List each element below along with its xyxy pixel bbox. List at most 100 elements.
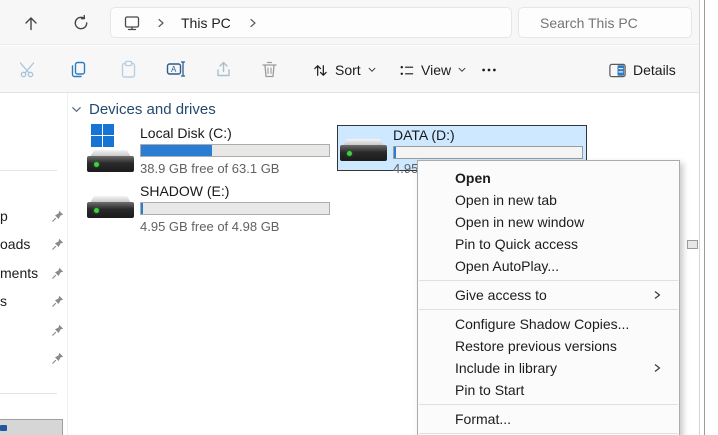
drive-name: SHADOW (E:) bbox=[140, 183, 229, 199]
sidebar-item-label: ments bbox=[0, 265, 38, 281]
up-arrow-icon bbox=[22, 14, 40, 32]
sidebar-divider bbox=[0, 393, 57, 394]
drive-size-text: 38.9 GB free of 63.1 GB bbox=[140, 161, 279, 176]
menu-separator bbox=[419, 280, 678, 281]
rename-icon: A bbox=[166, 59, 186, 79]
drive-name: Local Disk (C:) bbox=[140, 125, 232, 141]
copy-icon bbox=[69, 60, 88, 79]
details-label: Details bbox=[633, 62, 676, 78]
collapse-chevron-icon[interactable] bbox=[70, 103, 83, 116]
this-pc-icon-button[interactable] bbox=[111, 8, 141, 37]
cut-button[interactable] bbox=[11, 52, 45, 86]
capacity-bar-fill bbox=[141, 203, 143, 214]
menu-item-pin-to-quick-access[interactable]: Pin to Quick access bbox=[418, 233, 679, 255]
monitor-icon bbox=[123, 14, 141, 32]
drive-name: DATA (D:) bbox=[393, 127, 455, 143]
monitor-icon bbox=[0, 425, 7, 431]
sidebar-item-pinned-1[interactable]: p bbox=[0, 204, 66, 228]
rename-button[interactable]: A bbox=[159, 52, 193, 86]
chevron-down-icon bbox=[367, 65, 377, 75]
pin-icon bbox=[52, 238, 64, 250]
menu-item-give-access-to[interactable]: Give access to bbox=[418, 284, 679, 306]
share-button[interactable] bbox=[206, 52, 240, 86]
delete-button[interactable] bbox=[252, 52, 286, 86]
sidebar-item-pinned-3[interactable]: ments bbox=[0, 261, 66, 285]
menu-item-restore-previous-versions[interactable]: Restore previous versions bbox=[418, 335, 679, 357]
breadcrumb-chevron[interactable] bbox=[235, 8, 259, 37]
pin-icon bbox=[52, 324, 64, 336]
view-icon bbox=[398, 62, 415, 79]
capacity-bar-fill bbox=[394, 147, 396, 158]
breadcrumb-bar[interactable]: This PC bbox=[110, 7, 512, 38]
context-menu: Open Open in new tab Open in new window … bbox=[417, 160, 680, 435]
drive-icon bbox=[87, 124, 135, 172]
sort-button[interactable]: Sort bbox=[306, 54, 383, 86]
sidebar-item-label: s bbox=[0, 293, 7, 309]
vertical-scrollbar-thumb[interactable] bbox=[687, 240, 698, 249]
chevron-down-icon bbox=[457, 65, 467, 75]
menu-item-open-in-new-window[interactable]: Open in new window bbox=[418, 211, 679, 233]
sidebar-item-label: p bbox=[0, 208, 8, 224]
window-border bbox=[704, 0, 705, 435]
search-input[interactable] bbox=[519, 15, 700, 31]
breadcrumb-item-this-pc[interactable]: This PC bbox=[167, 8, 235, 37]
menu-item-configure-shadow-copies[interactable]: Configure Shadow Copies... bbox=[418, 313, 679, 335]
capacity-bar bbox=[140, 202, 330, 215]
details-pane-icon bbox=[608, 61, 627, 80]
command-bar: A Sort View bbox=[0, 46, 700, 93]
menu-item-open-in-new-tab[interactable]: Open in new tab bbox=[418, 189, 679, 211]
menu-item-open[interactable]: Open bbox=[418, 167, 679, 189]
ellipsis-icon bbox=[480, 61, 498, 79]
search-box[interactable] bbox=[518, 7, 692, 38]
view-label: View bbox=[421, 62, 451, 78]
sort-label: Sort bbox=[335, 62, 361, 78]
sidebar-item-label: oads bbox=[0, 236, 30, 252]
drive-tile-local-disk-c[interactable]: Local Disk (C:) 38.9 GB free of 63.1 GB bbox=[84, 123, 334, 171]
sidebar-item-pinned-2[interactable]: oads bbox=[0, 232, 66, 256]
pin-icon bbox=[52, 210, 64, 222]
chevron-right-icon bbox=[155, 17, 167, 29]
menu-separator bbox=[419, 404, 678, 405]
sidebar-item-pinned-5[interactable] bbox=[0, 318, 66, 342]
up-button[interactable] bbox=[16, 8, 46, 38]
chevron-right-icon bbox=[247, 17, 259, 29]
group-header: Devices and drives bbox=[70, 101, 216, 118]
share-icon bbox=[214, 60, 233, 79]
menu-separator bbox=[419, 433, 678, 434]
refresh-icon bbox=[72, 14, 90, 32]
drive-icon bbox=[87, 182, 135, 230]
breadcrumb-chevron[interactable] bbox=[141, 8, 167, 37]
menu-item-format[interactable]: Format... bbox=[418, 408, 679, 430]
pin-icon bbox=[52, 295, 64, 307]
sidebar-item-pinned-4[interactable]: s bbox=[0, 289, 66, 313]
refresh-button[interactable] bbox=[66, 8, 96, 38]
menu-item-include-in-library[interactable]: Include in library bbox=[418, 357, 679, 379]
paste-clipboard-icon bbox=[119, 60, 138, 79]
svg-text:A: A bbox=[171, 65, 177, 74]
sidebar-item-pinned-6[interactable] bbox=[0, 346, 66, 370]
navigation-pane: p oads ments s bbox=[0, 93, 68, 435]
pin-icon bbox=[52, 267, 64, 279]
menu-item-open-autoplay[interactable]: Open AutoPlay... bbox=[418, 255, 679, 277]
view-button[interactable]: View bbox=[392, 54, 473, 86]
window-border bbox=[699, 0, 700, 435]
drive-tile-shadow-e[interactable]: SHADOW (E:) 4.95 GB free of 4.98 GB bbox=[84, 181, 334, 229]
sidebar-item-this-pc-selected[interactable] bbox=[0, 419, 63, 435]
capacity-bar bbox=[140, 144, 330, 157]
file-explorer-window: This PC bbox=[0, 0, 700, 435]
trash-icon bbox=[260, 60, 279, 79]
sidebar-divider bbox=[0, 170, 57, 171]
copy-button[interactable] bbox=[61, 52, 95, 86]
paste-button[interactable] bbox=[111, 52, 145, 86]
submenu-chevron-icon bbox=[651, 289, 663, 301]
submenu-chevron-icon bbox=[651, 362, 663, 374]
menu-item-pin-to-start[interactable]: Pin to Start bbox=[418, 379, 679, 401]
capacity-bar bbox=[393, 146, 583, 159]
breadcrumb-label: This PC bbox=[177, 15, 235, 31]
capacity-bar-fill bbox=[141, 145, 212, 156]
more-options-button[interactable] bbox=[470, 54, 508, 86]
drive-size-text: 4.95 GB free of 4.98 GB bbox=[140, 219, 279, 234]
details-pane-button[interactable]: Details bbox=[602, 54, 682, 86]
sort-icon bbox=[312, 62, 329, 79]
windows-logo-icon bbox=[91, 124, 114, 147]
